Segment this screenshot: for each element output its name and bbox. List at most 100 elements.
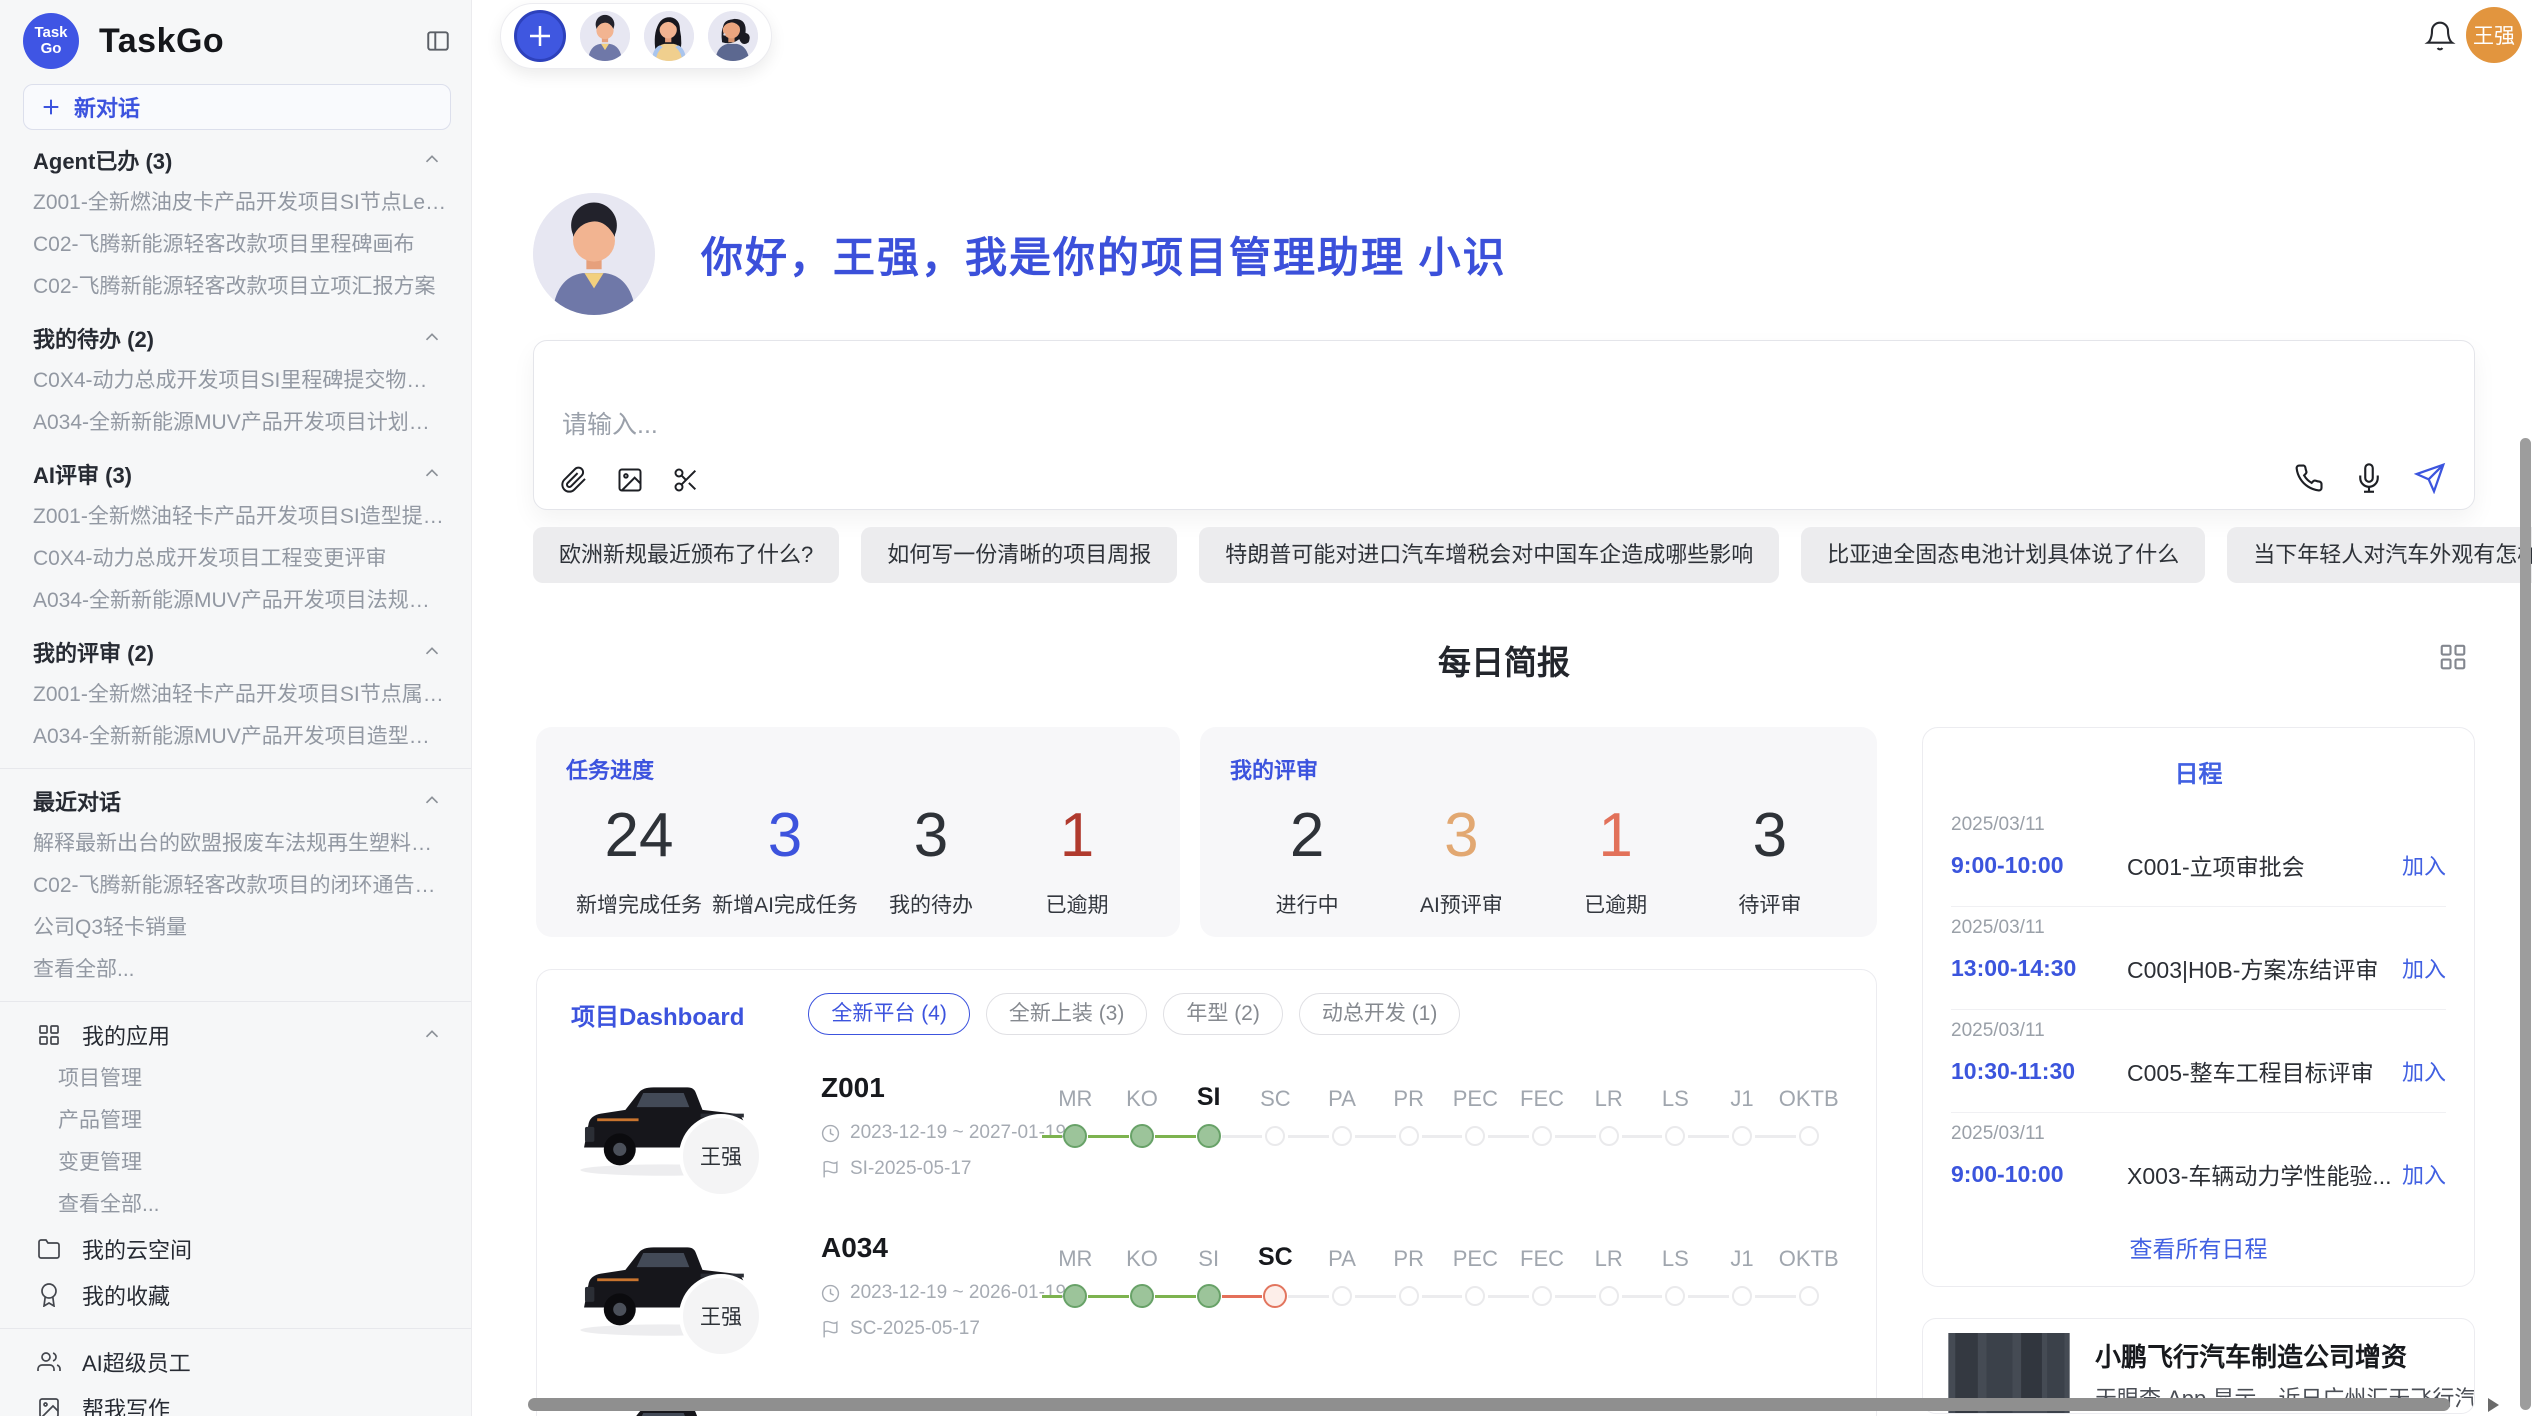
- view-all-schedule-link[interactable]: 查看所有日程: [1923, 1230, 2474, 1264]
- project-row[interactable]: 王强Z0012023-12-19 ~ 2027-01-19SI-2025-05-…: [537, 1058, 1876, 1218]
- schedule-list: 2025/03/119:00-10:00C001-立项审批会加入2025/03/…: [1951, 804, 2446, 1216]
- sidebar-task-groups: Agent已办 (3)Z001-全新燃油皮卡产品开发项目SI节点Lesson L…: [0, 138, 471, 758]
- suggestion-chip[interactable]: 当下年轻人对汽车外观有怎样的喜好趋势: [2227, 527, 2532, 583]
- sidebar-group-header[interactable]: 我的评审 (2): [0, 630, 471, 674]
- schedule-event-title: C001-立项审批会: [2127, 848, 2402, 882]
- chevron-up-icon[interactable]: [421, 149, 443, 171]
- milestone-label: OKTB: [1775, 1246, 1842, 1272]
- milestone-dot: [1799, 1126, 1819, 1146]
- milestone-dot: [1599, 1286, 1619, 1306]
- sidebar-app-item[interactable]: 查看全部...: [0, 1184, 471, 1226]
- sidebar-item[interactable]: Z001-全新燃油轻卡产品开发项目SI造型提交物评审: [0, 496, 471, 538]
- sidebar-item[interactable]: 公司Q3轻卡销量: [0, 907, 471, 949]
- phone-call-icon[interactable]: [2294, 463, 2324, 493]
- dashboard-title: 项目Dashboard: [571, 997, 744, 1032]
- milestone-stop: PEC: [1442, 1218, 1509, 1378]
- project-row[interactable]: 王强A0342023-12-19 ~ 2026-01-19SC-2025-05-…: [537, 1218, 1876, 1378]
- sidebar-item-my-apps[interactable]: 我的应用: [0, 1012, 471, 1058]
- sidebar-item[interactable]: 帮我写作: [0, 1385, 471, 1416]
- suggestion-chip[interactable]: 如何写一份清晰的项目周报: [861, 527, 1177, 583]
- sidebar-group-header[interactable]: 最近对话: [0, 779, 471, 823]
- divider: [0, 768, 471, 769]
- stat-value: 1: [1539, 797, 1693, 875]
- join-meeting-link[interactable]: 加入: [2402, 952, 2446, 984]
- view-all-chats-link[interactable]: 查看全部...: [0, 949, 471, 991]
- sidebar-app-item[interactable]: 变更管理: [0, 1142, 471, 1184]
- sidebar-item[interactable]: C02-飞腾新能源轻客改款项目立项汇报方案: [0, 266, 471, 308]
- layout-grid-icon[interactable]: [2438, 642, 2468, 672]
- dashboard-filter-pill[interactable]: 年型 (2): [1163, 993, 1283, 1035]
- collapse-sidebar-icon[interactable]: [425, 28, 451, 54]
- join-meeting-link[interactable]: 加入: [2402, 1055, 2446, 1087]
- milestone-dot: [1399, 1126, 1419, 1146]
- chevron-up-icon[interactable]: [421, 641, 443, 663]
- chevron-up-icon[interactable]: [421, 327, 443, 349]
- apps-grid-icon: [37, 1023, 61, 1047]
- milestone-label: PEC: [1442, 1086, 1509, 1112]
- user-avatar[interactable]: 王强: [2466, 7, 2522, 63]
- sidebar-app-item[interactable]: 项目管理: [0, 1058, 471, 1100]
- message-composer[interactable]: 请输入...: [533, 340, 2475, 510]
- send-icon[interactable]: [2414, 462, 2446, 494]
- sidebar-item[interactable]: Z001-全新燃油皮卡产品开发项目SI节点Lesson Learn报告: [0, 182, 471, 224]
- dashboard-filter-pill[interactable]: 全新上装 (3): [986, 993, 1148, 1035]
- suggestion-chip[interactable]: 欧洲新规最近颁布了什么?: [533, 527, 839, 583]
- sidebar-item[interactable]: Z001-全新燃油轻卡产品开发项目SI节点属性5D文件评审: [0, 674, 471, 716]
- sidebar-group-title: AI评审 (3): [33, 458, 132, 490]
- dashboard-filter-pill[interactable]: 动总开发 (1): [1299, 993, 1461, 1035]
- join-meeting-link[interactable]: 加入: [2402, 1158, 2446, 1190]
- schedule-date: 2025/03/11: [1951, 804, 2446, 836]
- chevron-up-icon[interactable]: [421, 1024, 443, 1046]
- milestone-dot: [1665, 1126, 1685, 1146]
- sidebar-row-label: 帮我写作: [82, 1392, 170, 1416]
- sidebar-group-header[interactable]: Agent已办 (3): [0, 138, 471, 182]
- suggestion-chip[interactable]: 特朗普可能对进口汽车增税会对中国车企造成哪些影响: [1199, 527, 1779, 583]
- composer-actions: [2294, 462, 2446, 494]
- assistant-avatar[interactable]: [580, 11, 630, 61]
- sidebar-item[interactable]: C0X4-动力总成开发项目SI里程碑提交物检查: [0, 360, 471, 402]
- sidebar-item[interactable]: 我的收藏: [0, 1272, 471, 1318]
- sidebar-item[interactable]: A034-全新新能源MUV产品开发项目计划变更表编写: [0, 402, 471, 444]
- sidebar-links: 我的云空间我的收藏: [0, 1226, 471, 1318]
- sidebar-group-header[interactable]: AI评审 (3): [0, 452, 471, 496]
- schedule-entry: 2025/03/1113:00-14:30C003|H0B-方案冻结评审加入: [1951, 907, 2446, 1010]
- sidebar-item[interactable]: AI超级员工: [0, 1339, 471, 1385]
- sidebar-item[interactable]: C0X4-动力总成开发项目工程变更评审: [0, 538, 471, 580]
- paperclip-icon[interactable]: [560, 466, 588, 494]
- image-upload-icon[interactable]: [616, 466, 644, 494]
- suggestion-chip[interactable]: 比亚迪全固态电池计划具体说了什么: [1801, 527, 2205, 583]
- notification-bell-icon[interactable]: [2424, 20, 2456, 52]
- horizontal-scrollbar[interactable]: [528, 1398, 2450, 1411]
- new-chat-button[interactable]: 新对话: [23, 84, 451, 130]
- join-meeting-link[interactable]: 加入: [2402, 849, 2446, 881]
- sidebar-item[interactable]: A034-全新新能源MUV产品开发项目法规符合性评审: [0, 580, 471, 622]
- scroll-right-arrow[interactable]: [2488, 1398, 2499, 1412]
- milestone-label: SC: [1242, 1086, 1309, 1112]
- milestone-label: SI: [1175, 1246, 1242, 1272]
- milestone-label: PA: [1309, 1246, 1376, 1272]
- sidebar-group-header[interactable]: 我的待办 (2): [0, 316, 471, 360]
- vertical-scrollbar[interactable]: [2520, 438, 2531, 1410]
- sidebar-item[interactable]: A034-全新新能源MUV产品开发项目造型可行性评审: [0, 716, 471, 758]
- project-owner-badge: 王强: [679, 1114, 763, 1198]
- sidebar-app-item[interactable]: 产品管理: [0, 1100, 471, 1142]
- sidebar-item[interactable]: C02-飞腾新能源轻客改款项目的闭环通告反馈情况: [0, 865, 471, 907]
- add-assistant-button[interactable]: [514, 10, 566, 62]
- project-code: A034: [821, 1232, 888, 1264]
- schedule-date: 2025/03/11: [1951, 1010, 2446, 1042]
- sidebar-item[interactable]: C02-飞腾新能源轻客改款项目里程碑画布: [0, 224, 471, 266]
- milestone-dot: [1399, 1286, 1419, 1306]
- microphone-icon[interactable]: [2354, 463, 2384, 493]
- chevron-up-icon[interactable]: [421, 463, 443, 485]
- composer-attachments: [560, 466, 700, 494]
- chevron-up-icon[interactable]: [421, 790, 443, 812]
- sidebar-item[interactable]: 解释最新出台的欧盟报废车法规再生塑料比例被调至15%...: [0, 823, 471, 865]
- assistant-avatar[interactable]: [644, 11, 694, 61]
- stat-value: 3: [712, 797, 858, 875]
- dashboard-filter-pill[interactable]: 全新平台 (4): [808, 993, 970, 1035]
- schedule-event-title: C003|H0B-方案冻结评审: [2127, 951, 2402, 985]
- sidebar-item[interactable]: 我的云空间: [0, 1226, 471, 1272]
- assistant-avatar[interactable]: [708, 11, 758, 61]
- scissors-icon[interactable]: [672, 466, 700, 494]
- news-title: 小鹏飞行汽车制造公司增资: [2095, 1337, 2407, 1374]
